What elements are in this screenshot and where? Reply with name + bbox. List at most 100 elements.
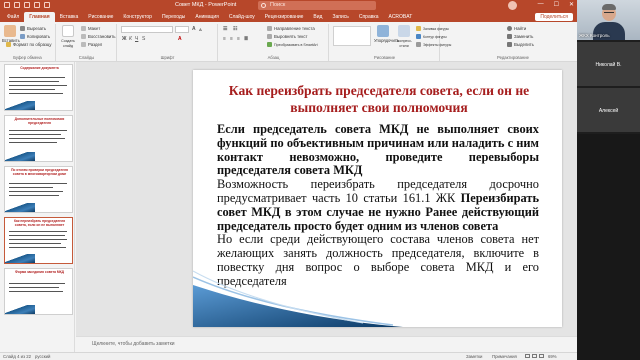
thumbnail-text-line <box>9 247 66 249</box>
bullets-icon[interactable]: ☰ <box>223 26 227 32</box>
tab-slideshow[interactable]: Слайд-шоу <box>224 14 260 22</box>
tab-insert[interactable]: Вставка <box>55 14 84 22</box>
slide-thumbnail[interactable]: Дополнительные полномочия председателя <box>4 115 73 162</box>
tab-view[interactable]: Вид <box>308 14 327 22</box>
redo-icon[interactable] <box>34 2 40 8</box>
quick-styles-button[interactable]: Экспресс-стили <box>394 25 414 48</box>
slide-editor-canvas[interactable]: Как переизбрать председателя совета, есл… <box>76 62 577 336</box>
reading-view-icon[interactable] <box>539 354 544 358</box>
layout-button[interactable]: Макет <box>81 26 100 31</box>
copy-button[interactable]: Копировать <box>20 34 50 39</box>
arrange-button[interactable]: Упорядочить <box>374 25 399 43</box>
participant-name: Николай В. <box>595 62 622 68</box>
participant-name: Алексей <box>598 108 619 114</box>
shapes-gallery[interactable] <box>333 26 371 46</box>
thumbnail-text-line <box>9 287 59 289</box>
comments-toggle[interactable]: Примечания <box>492 354 517 359</box>
close-button[interactable]: ✕ <box>569 1 574 8</box>
minimize-button[interactable]: — <box>538 1 544 8</box>
align-left-icon[interactable]: ≡ <box>223 36 226 42</box>
thumbnail-text-line <box>9 89 55 91</box>
slide-body[interactable]: Если председатель совета МКД не выполняе… <box>217 122 539 289</box>
select-button[interactable]: Выделить <box>507 42 534 47</box>
shadow-icon[interactable]: S <box>142 36 145 42</box>
tab-file[interactable]: Файл <box>2 14 24 22</box>
title-bar: Совет МКД - PowerPoint Поиск — ☐ ✕ <box>0 0 577 11</box>
participant-video-self[interactable]: ЖКХ Контроль <box>577 0 640 40</box>
tab-animations[interactable]: Анимация <box>190 14 223 22</box>
tab-record[interactable]: Запись <box>327 14 353 22</box>
italic-icon[interactable]: К <box>129 36 132 42</box>
sorter-view-icon[interactable] <box>532 354 537 358</box>
share-button[interactable]: Поделиться <box>535 13 573 21</box>
normal-view-icon[interactable] <box>525 354 530 358</box>
increase-font-icon[interactable]: A <box>192 26 196 32</box>
tab-design[interactable]: Конструктор <box>118 14 157 22</box>
slide-title[interactable]: Как переизбрать председателя совета, есл… <box>211 82 547 116</box>
zoom-level[interactable]: 69% <box>548 354 557 359</box>
participant-tile[interactable]: Николай В. <box>577 42 640 86</box>
slide-thumbnail[interactable]: Форма заседания совета МКД <box>4 268 73 315</box>
window-title: Совет МКД - PowerPoint <box>175 2 237 8</box>
justify-icon[interactable]: ≣ <box>244 36 248 42</box>
font-color-icon[interactable]: A <box>178 36 182 42</box>
thumbnail-text-line <box>9 239 67 241</box>
save-icon[interactable] <box>14 2 20 8</box>
decrease-font-icon[interactable]: A <box>199 27 202 32</box>
ribbon-tabs: Файл Главная Вставка Рисование Конструкт… <box>0 11 577 22</box>
tab-draw[interactable]: Рисование <box>83 14 118 22</box>
undo-icon[interactable] <box>24 2 30 8</box>
tab-review[interactable]: Рецензирование <box>260 14 309 22</box>
font-size-select[interactable] <box>175 26 189 33</box>
tab-help[interactable]: Справка <box>354 14 384 22</box>
tab-transitions[interactable]: Переходы <box>157 14 190 22</box>
brush-icon <box>6 42 11 47</box>
numbering-icon[interactable]: ☷ <box>233 26 237 32</box>
account-avatar[interactable] <box>508 1 517 10</box>
notes-toggle[interactable]: Заметки <box>466 354 482 359</box>
section-icon <box>81 42 86 47</box>
slide-thumbnail-selected[interactable]: Как переизбрать председателя совета, есл… <box>4 217 73 264</box>
search-input[interactable]: Поиск <box>258 1 376 10</box>
align-right-icon[interactable]: ≡ <box>237 36 240 42</box>
format-painter-button[interactable]: Формат по образцу <box>6 42 52 47</box>
slide-thumbnails-pane[interactable]: Содержание документа Дополнительные полн… <box>0 62 75 352</box>
slide-thumbnail[interactable]: По итогам проверки председателя совета в… <box>4 166 73 213</box>
section-button[interactable]: Раздел <box>81 42 102 47</box>
outline-icon <box>416 34 421 39</box>
smartart-button[interactable]: Преобразовать в SmartArt <box>267 42 318 47</box>
tab-home[interactable]: Главная <box>24 12 55 22</box>
new-slide-button[interactable]: Создать слайд <box>59 25 77 48</box>
font-family-select[interactable] <box>121 26 173 33</box>
current-slide[interactable]: Как переизбрать председателя совета, есл… <box>193 70 562 327</box>
effects-icon <box>416 42 421 47</box>
language-indicator[interactable]: русский <box>35 354 50 359</box>
autosave-icon[interactable] <box>4 2 10 8</box>
present-icon[interactable] <box>44 2 50 8</box>
notes-placeholder: Щелкните, чтобы добавить заметки <box>92 341 175 347</box>
slide-thumbnail[interactable]: Содержание документа <box>4 64 73 111</box>
replace-button[interactable]: Заменить <box>507 34 533 39</box>
align-text-button[interactable]: Выровнять текст <box>267 34 307 39</box>
text-direction-label: Направление текста <box>274 26 315 31</box>
align-center-icon[interactable]: ≡ <box>230 36 233 42</box>
tab-acrobat[interactable]: ACROBAT <box>383 14 417 22</box>
cut-button[interactable]: Вырезать <box>20 26 46 31</box>
underline-icon[interactable]: Ч <box>135 36 138 42</box>
reset-label: Восстановить <box>88 34 116 39</box>
group-editing: Найти Заменить Выделить Редактирование <box>441 24 575 61</box>
thumbnail-text-line <box>9 85 67 87</box>
thumbnail-text-line <box>9 130 67 132</box>
thumbnail-text-line <box>9 134 61 136</box>
find-label: Найти <box>514 26 527 31</box>
find-button[interactable]: Найти <box>507 26 526 31</box>
paste-icon <box>4 25 16 37</box>
bold-icon[interactable]: Ж <box>122 36 127 42</box>
reset-button[interactable]: Восстановить <box>81 34 116 39</box>
paste-button[interactable]: Вставить <box>2 25 20 43</box>
thumbnail-swoosh <box>5 101 35 110</box>
maximize-button[interactable]: ☐ <box>554 1 559 8</box>
text-direction-button[interactable]: Направление текста <box>267 26 315 31</box>
notes-pane[interactable]: Щелкните, чтобы добавить заметки <box>76 336 577 352</box>
participant-tile[interactable]: Алексей <box>577 88 640 132</box>
